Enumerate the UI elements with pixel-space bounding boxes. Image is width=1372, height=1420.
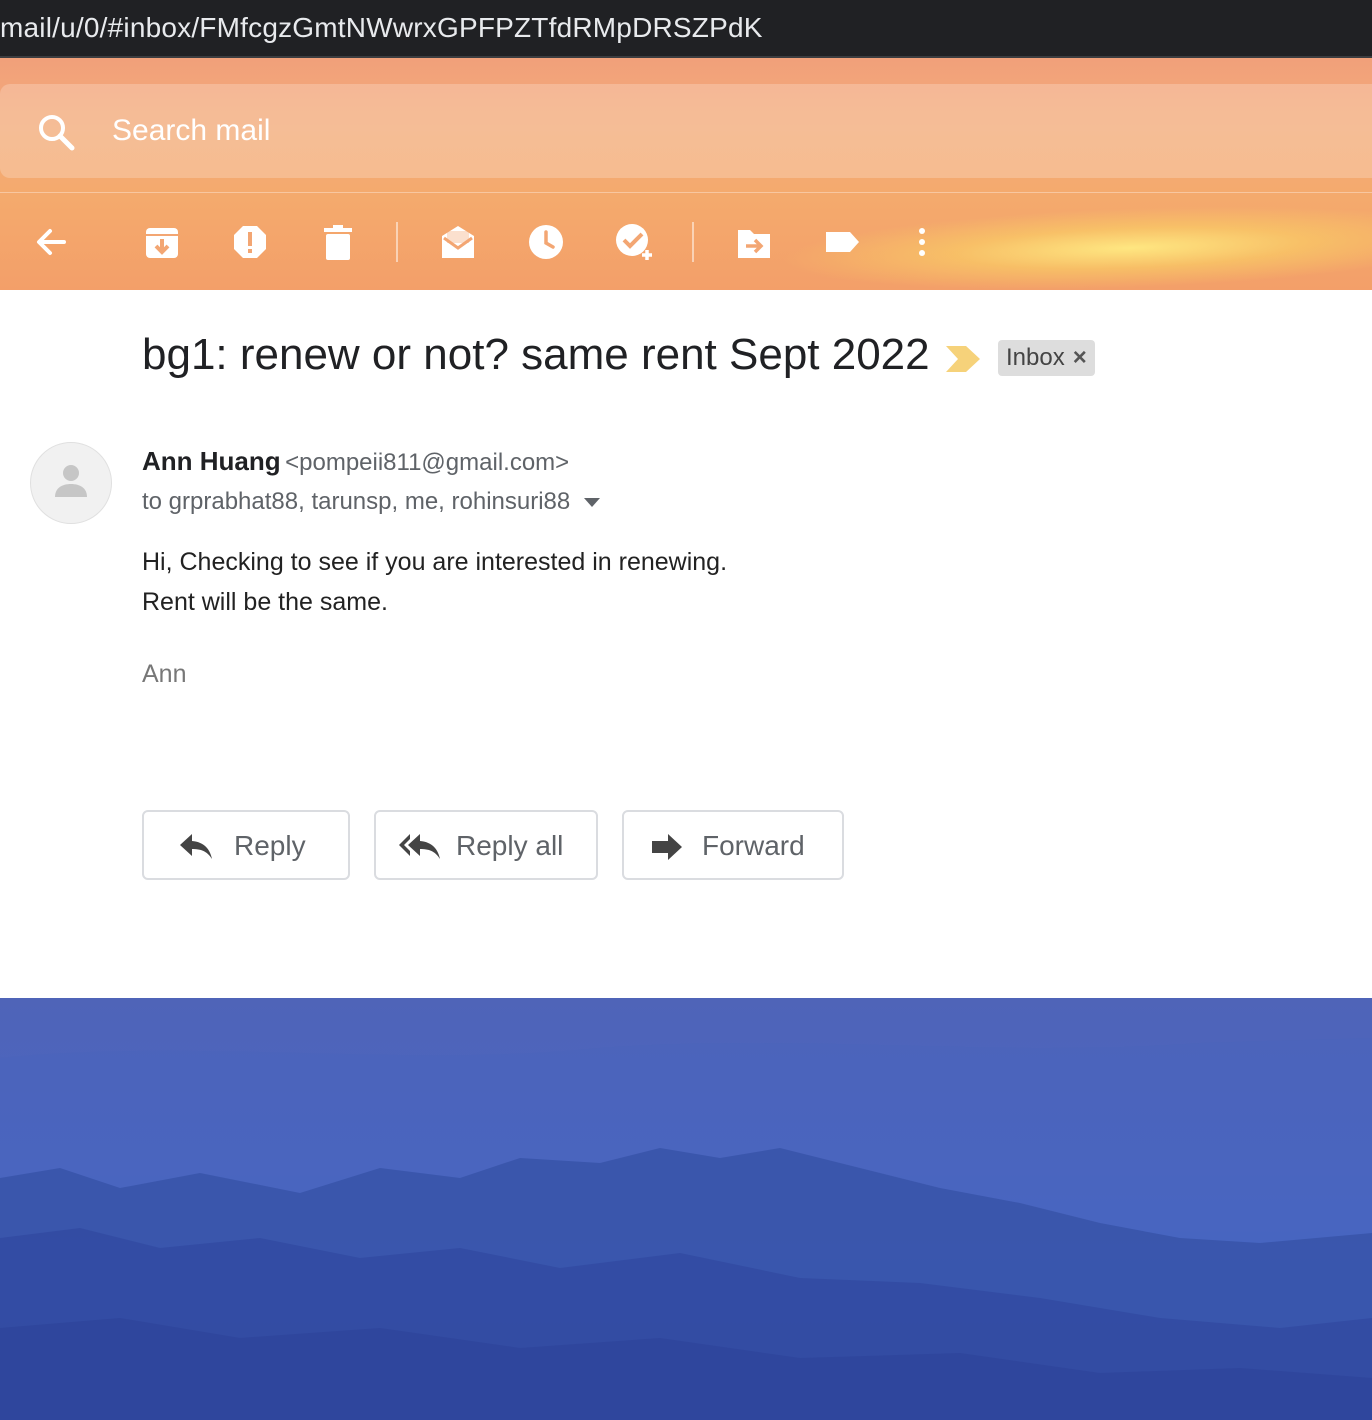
toolbar-separator (692, 222, 694, 262)
mark-unread-icon[interactable] (438, 222, 478, 262)
forward-icon (650, 832, 686, 862)
reply-all-button[interactable]: Reply all (374, 810, 598, 880)
url-text[interactable]: mail/u/0/#inbox/FMfcgzGmtNWwrxGPFPZTfdRM… (0, 12, 763, 44)
archive-icon[interactable] (142, 222, 182, 262)
report-spam-icon[interactable] (230, 222, 270, 262)
reply-all-label: Reply all (456, 830, 564, 861)
header-divider (0, 192, 1372, 193)
recipients-line: to grprabhat88, tarunsp, me, rohinsuri88 (142, 488, 601, 516)
avatar[interactable] (30, 442, 112, 524)
move-to-icon[interactable] (734, 222, 774, 262)
email-body: Hi, Checking to see if you are intereste… (142, 542, 727, 622)
reply-all-icon (398, 832, 442, 862)
reply-button[interactable]: Reply (142, 810, 350, 880)
inbox-label-chip[interactable]: Inbox × (998, 340, 1095, 376)
reply-icon (178, 832, 214, 862)
search-input[interactable]: Search mail (112, 114, 270, 148)
toolbar-separator (396, 222, 398, 262)
delete-icon[interactable] (318, 222, 358, 262)
forward-label: Forward (702, 830, 805, 861)
sender-name[interactable]: Ann Huang (142, 446, 281, 476)
body-line: Rent will be the same. (142, 588, 388, 616)
message-toolbar (0, 208, 1372, 278)
sender-line: Ann Huang <pompeii811@gmail.com> (142, 446, 569, 477)
labels-icon[interactable] (822, 222, 862, 262)
mail-header: Search mail (0, 58, 1372, 290)
theme-background-image (0, 998, 1372, 1420)
more-vert-icon[interactable] (902, 222, 942, 262)
importance-marker-icon[interactable] (946, 346, 980, 372)
search-bar[interactable]: Search mail (0, 84, 1372, 178)
reply-label: Reply (234, 830, 306, 861)
email-signature: Ann (142, 660, 187, 688)
back-arrow-icon[interactable] (30, 222, 70, 262)
browser-url-bar[interactable]: mail/u/0/#inbox/FMfcgzGmtNWwrxGPFPZTfdRM… (0, 0, 1372, 58)
label-text: Inbox (1006, 344, 1065, 371)
body-line: Hi, Checking to see if you are intereste… (142, 548, 728, 576)
search-icon[interactable] (36, 112, 76, 152)
snooze-icon[interactable] (526, 222, 566, 262)
email-subject: bg1: renew or not? same rent Sept 2022 (142, 330, 930, 379)
sender-email: <pompeii811@gmail.com> (285, 449, 570, 476)
show-details-icon[interactable] (584, 498, 601, 508)
recipients-text: to grprabhat88, tarunsp, me, rohinsuri88 (142, 488, 571, 515)
forward-button[interactable]: Forward (622, 810, 844, 880)
add-to-tasks-icon[interactable] (614, 222, 654, 262)
remove-label-icon[interactable]: × (1073, 344, 1087, 371)
